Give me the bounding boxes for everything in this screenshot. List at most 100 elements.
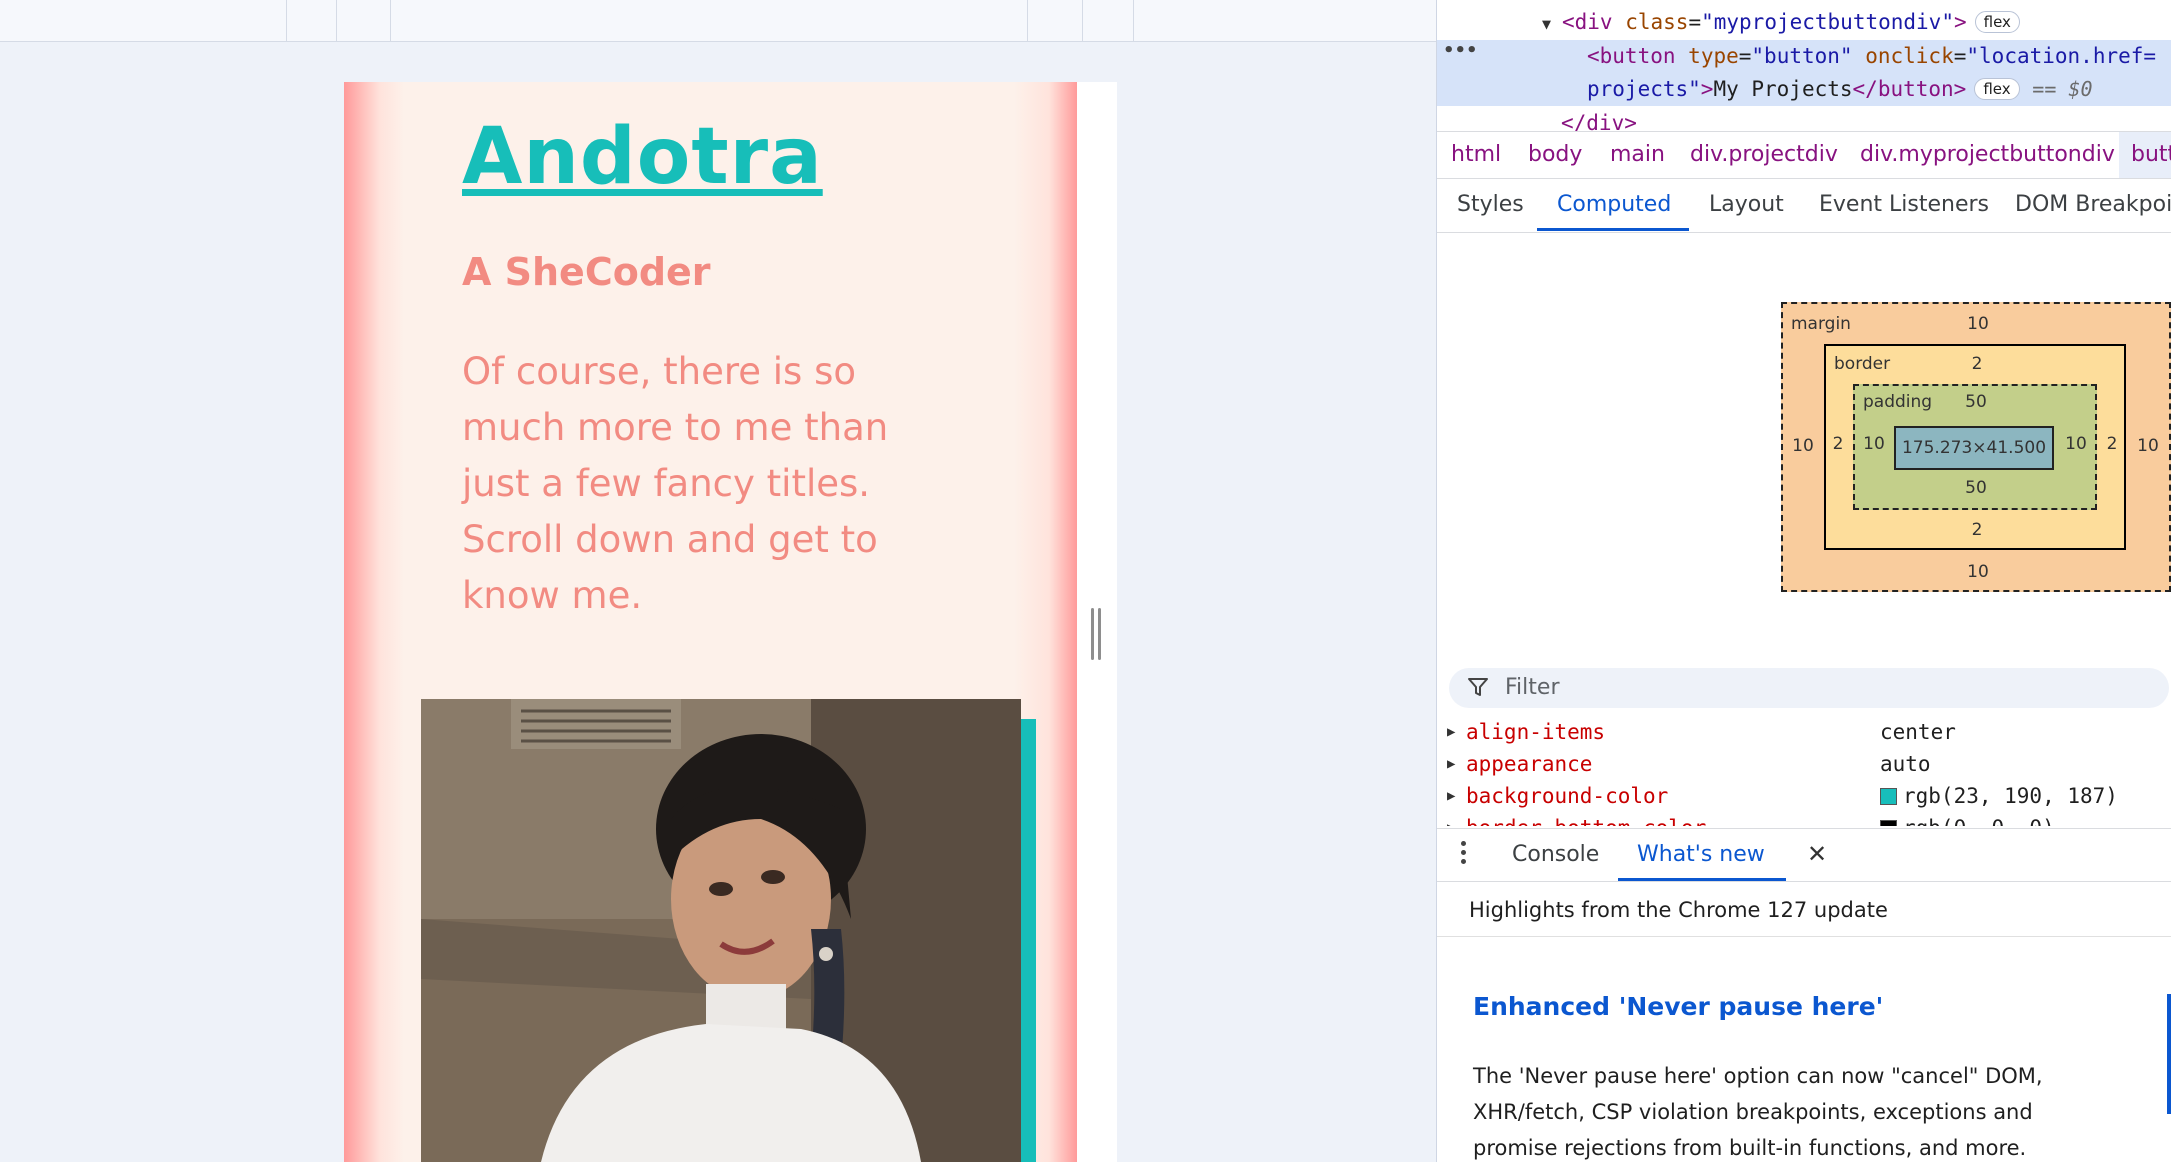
padding-top-value[interactable]: 50 xyxy=(1959,392,1993,412)
dom-attr-name: onclick xyxy=(1865,44,1954,68)
property-value: rgb(23, 190, 187) xyxy=(1903,784,2118,808)
border-bottom-value[interactable]: 2 xyxy=(1962,520,1992,540)
property-name: background-color xyxy=(1466,784,1669,808)
intro-paragraph: Of course, there is so much more to me t… xyxy=(462,350,889,617)
computed-properties-list: ▶ align-items center ▶ appearance auto ▶… xyxy=(1437,716,2171,826)
padding-right-value[interactable]: 10 xyxy=(2061,434,2091,454)
padding-left-value[interactable]: 10 xyxy=(1859,434,1889,454)
ruler-mark xyxy=(1082,0,1083,42)
dom-attr-name: class xyxy=(1625,10,1689,34)
breadcrumb-item-active[interactable]: butt xyxy=(2119,132,2171,178)
filter-icon xyxy=(1468,678,1488,696)
ruler-mark xyxy=(390,0,391,42)
scrollbar[interactable] xyxy=(2167,994,2171,1114)
ruler-mark xyxy=(1133,0,1134,42)
property-value-color: rgb(23, 190, 187) xyxy=(1880,780,2118,812)
border-left-value[interactable]: 2 xyxy=(1828,434,1848,454)
breadcrumb-item[interactable]: main xyxy=(1610,132,1665,178)
hero-section: Andotra A SheCoder Of course, there is s… xyxy=(344,82,1077,1162)
dom-tag: <div xyxy=(1562,10,1613,34)
site-title-link[interactable]: Andotra xyxy=(462,112,823,202)
ruler-mark xyxy=(286,0,287,42)
dom-attr-value: "button" xyxy=(1751,44,1853,68)
more-options-icon[interactable]: ••• xyxy=(1443,40,1478,61)
breadcrumb-item[interactable]: div.myprojectbuttondiv xyxy=(1860,132,2115,178)
dom-breadcrumb: html body main div.projectdiv div.myproj… xyxy=(1437,131,2171,179)
dom-node-button-selected[interactable]: <button type="button" onclick="location.… xyxy=(1437,40,2171,73)
expand-triangle-icon[interactable]: ▶ xyxy=(1447,716,1455,748)
expand-triangle-icon[interactable]: ▶ xyxy=(1447,748,1455,780)
close-icon[interactable]: ✕ xyxy=(1807,829,1827,879)
padding-bottom-value[interactable]: 50 xyxy=(1959,478,1993,498)
computed-property-row[interactable]: ▶ background-color rgb(23, 190, 187) xyxy=(1437,780,2171,812)
page-viewport: Andotra A SheCoder Of course, there is s… xyxy=(0,0,1436,1162)
whats-new-highlights: Highlights from the Chrome 127 update xyxy=(1469,898,1888,922)
active-drawer-tab-indicator xyxy=(1618,878,1786,881)
expand-triangle-icon[interactable]: ▶ xyxy=(1447,780,1455,812)
property-value: center xyxy=(1880,720,1956,744)
site-subtitle: A SheCoder xyxy=(462,250,711,294)
box-model-content[interactable]: 175.273×41.500 xyxy=(1894,426,2054,470)
padding-label: padding xyxy=(1863,392,1933,412)
flex-badge[interactable]: flex xyxy=(1974,11,2020,33)
computed-property-row[interactable]: ▶ border-bottom-color rgb(0, 0, 0) xyxy=(1437,812,2171,826)
flex-badge[interactable]: flex xyxy=(1974,78,2020,100)
dom-tag: > xyxy=(1700,77,1714,101)
dom-tag: > xyxy=(1953,10,1967,34)
profile-photo xyxy=(421,699,1021,1162)
computed-filter-input[interactable]: Filter xyxy=(1449,668,2169,708)
tab-styles[interactable]: Styles xyxy=(1457,179,1524,231)
filter-placeholder: Filter xyxy=(1505,675,1560,700)
collapse-triangle-icon[interactable]: ▼ xyxy=(1542,8,1562,41)
computed-property-row[interactable]: ▶ align-items center xyxy=(1437,716,2171,748)
tab-event-listeners[interactable]: Event Listeners xyxy=(1819,179,1989,231)
dom-attr-value: "location.href= xyxy=(1966,44,2157,68)
color-swatch[interactable] xyxy=(1880,820,1897,826)
selected-node-ref: == $0 xyxy=(2032,77,2093,101)
border-label: border xyxy=(1834,354,1891,374)
margin-left-value[interactable]: 10 xyxy=(1788,436,1818,456)
box-model-diagram: margin 10 10 10 10 border 2 2 2 2 paddin… xyxy=(1781,302,2171,592)
dom-tag: </div> xyxy=(1561,111,1637,131)
website-page: Andotra A SheCoder Of course, there is s… xyxy=(344,82,1117,1162)
property-value: auto xyxy=(1880,752,1931,776)
tab-dom-breakpoints[interactable]: DOM Breakpoi xyxy=(2015,179,2171,231)
breadcrumb-item[interactable]: body xyxy=(1528,132,1582,178)
dom-node-div[interactable]: ▼ <div class="myprojectbuttondiv"> flex xyxy=(1437,6,2171,39)
margin-label: margin xyxy=(1791,314,1851,334)
margin-bottom-value[interactable]: 10 xyxy=(1963,562,1993,582)
dom-text-node: My Projects xyxy=(1713,77,1853,101)
dom-attr-name: type xyxy=(1688,44,1739,68)
computed-property-row[interactable]: ▶ appearance auto xyxy=(1437,748,2171,780)
tab-computed[interactable]: Computed xyxy=(1557,179,1671,231)
border-top-value[interactable]: 2 xyxy=(1962,354,1992,374)
property-name: border-bottom-color xyxy=(1466,812,1706,826)
color-swatch[interactable] xyxy=(1880,788,1897,805)
breadcrumb-item[interactable]: div.projectdiv xyxy=(1690,132,1838,178)
tab-whats-new[interactable]: What's new xyxy=(1637,829,1765,881)
property-value: rgb(0, 0, 0) xyxy=(1903,816,2055,826)
dom-tag: </button> xyxy=(1852,77,1967,101)
drawer-menu-icon[interactable] xyxy=(1461,841,1467,868)
expand-triangle-icon[interactable]: ▶ xyxy=(1447,812,1455,826)
styles-pane-tabs: Styles Computed Layout Event Listeners D… xyxy=(1437,179,2171,233)
border-right-value[interactable]: 2 xyxy=(2102,434,2122,454)
property-name: appearance xyxy=(1466,752,1593,776)
whats-new-feature-text: The 'Never pause here' option can now "c… xyxy=(1473,1064,2043,1160)
tab-console[interactable]: Console xyxy=(1512,829,1599,881)
margin-top-value[interactable]: 10 xyxy=(1963,314,1993,334)
dom-attr-value: projects" xyxy=(1587,77,1701,101)
dom-node-div-close[interactable]: </div> xyxy=(1437,107,2171,131)
viewport-resize-handle[interactable] xyxy=(1091,608,1103,660)
property-name: align-items xyxy=(1466,720,1606,744)
whats-new-feature-link[interactable]: Enhanced 'Never pause here' xyxy=(1473,992,1883,1021)
tab-layout[interactable]: Layout xyxy=(1709,179,1784,231)
device-ruler xyxy=(0,0,1436,42)
margin-right-value[interactable]: 10 xyxy=(2133,436,2163,456)
active-tab-indicator xyxy=(1537,228,1689,231)
ruler-mark xyxy=(1027,0,1028,42)
dom-attr-value: "myprojectbuttondiv" xyxy=(1701,10,1954,34)
dom-node-button-selected-cont[interactable]: projects">My Projects</button> flex == $0 xyxy=(1437,73,2171,106)
whats-new-panel: Highlights from the Chrome 127 update En… xyxy=(1437,882,2171,1162)
breadcrumb-item[interactable]: html xyxy=(1451,132,1501,178)
